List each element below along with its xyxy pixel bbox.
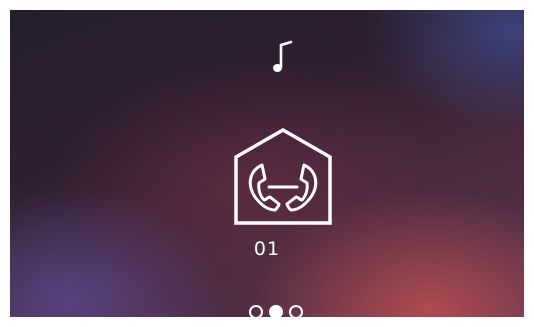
device-frame: 01 (0, 0, 534, 327)
screen: 01 (10, 10, 524, 317)
page-dot-1[interactable] (249, 305, 263, 317)
home-intercom-icon[interactable] (232, 127, 334, 227)
page-indicator (249, 304, 303, 317)
page-dot-2-active[interactable] (269, 305, 283, 317)
page-dot-3[interactable] (289, 305, 303, 317)
music-note-icon[interactable] (270, 40, 294, 76)
channel-number: 01 (253, 238, 281, 260)
